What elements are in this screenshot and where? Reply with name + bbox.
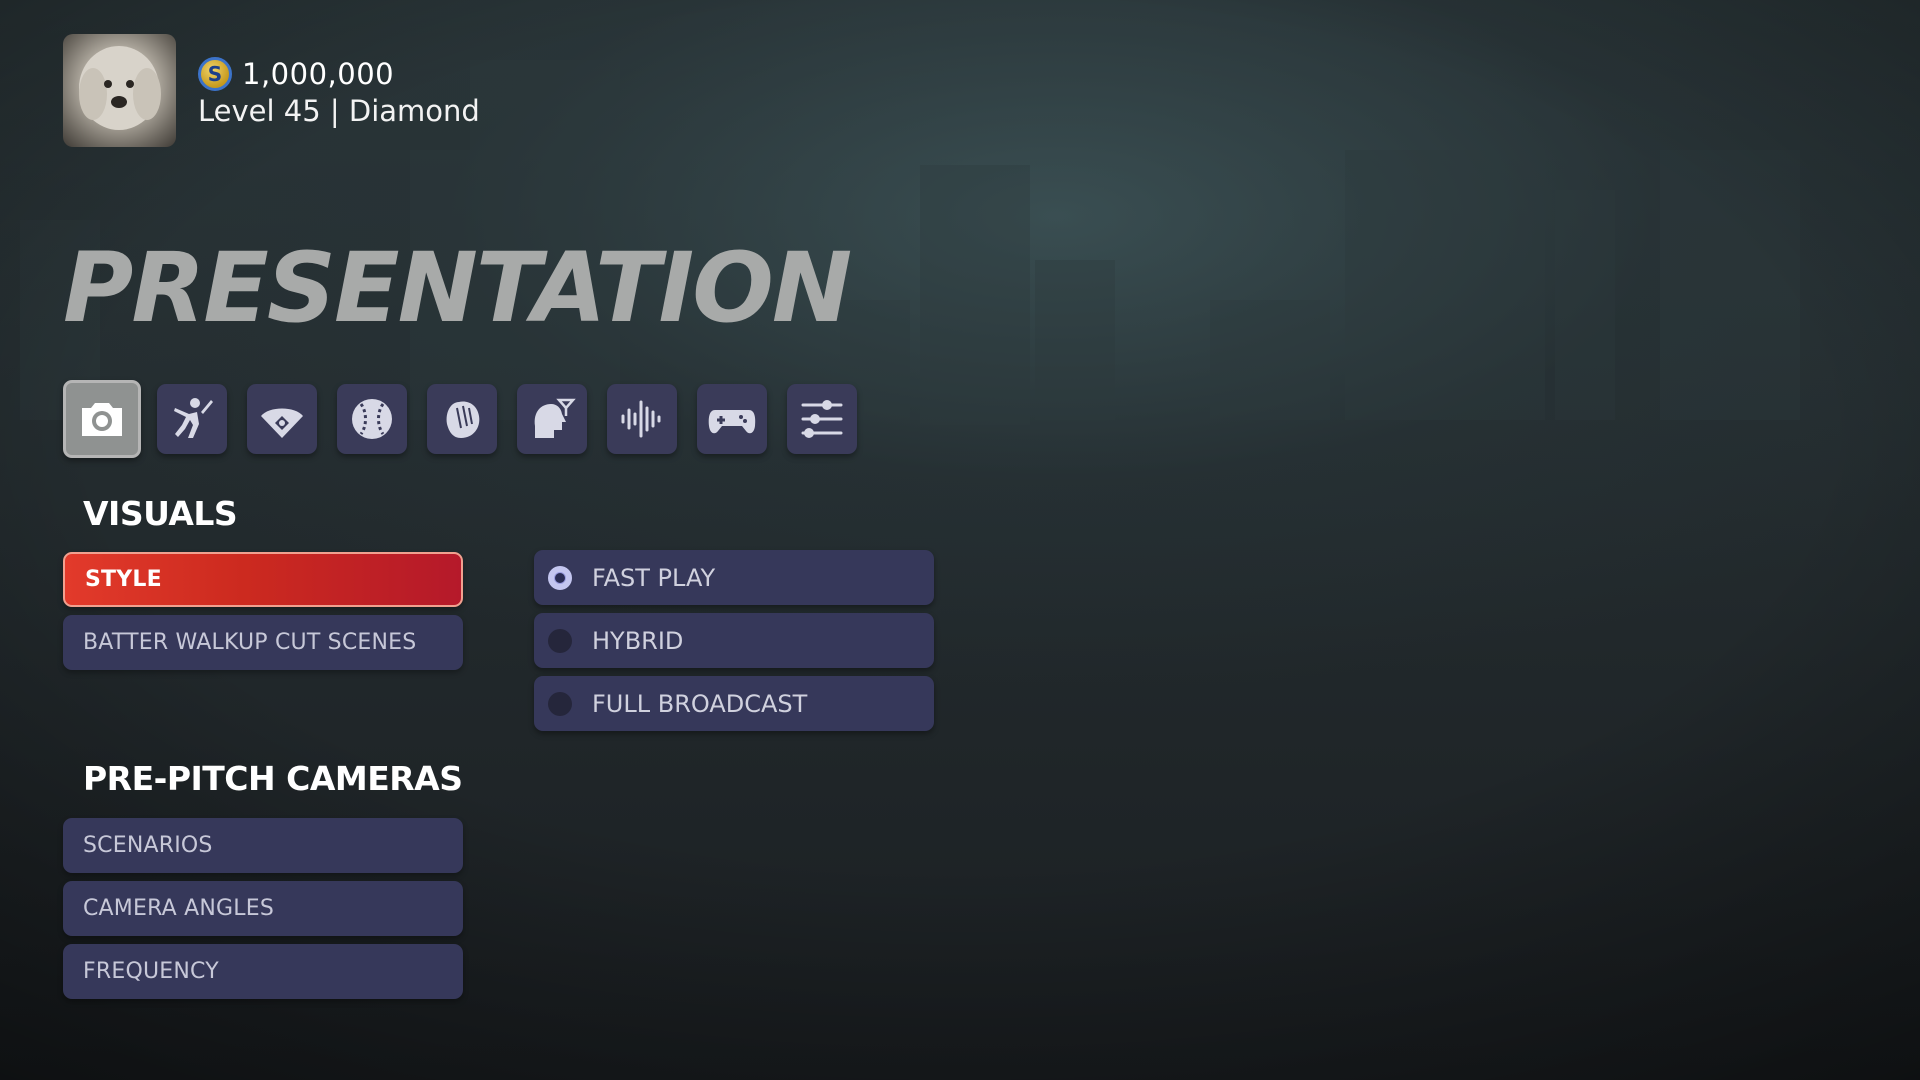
radio-unchecked-icon	[548, 691, 572, 716]
radio-label: HYBRID	[592, 626, 684, 655]
radio-label: FULL BROADCAST	[592, 689, 808, 718]
coin-icon: S	[198, 56, 232, 91]
radio-fast-play[interactable]: FAST PLAY	[534, 550, 934, 605]
currency-balance: 1,000,000	[242, 56, 395, 91]
section-heading-visuals: VISUALS	[83, 494, 238, 533]
radio-full-broadcast[interactable]: FULL BROADCAST	[534, 676, 934, 731]
tab-controls[interactable]	[697, 384, 767, 454]
baseball-icon	[352, 399, 392, 439]
tab-pitching[interactable]	[337, 384, 407, 454]
tab-camera[interactable]	[63, 380, 141, 458]
category-tabs	[63, 380, 877, 458]
radio-hybrid[interactable]: HYBRID	[534, 613, 934, 668]
avatar[interactable]	[63, 34, 176, 147]
tab-settings[interactable]	[787, 384, 857, 454]
batter-icon	[174, 398, 213, 438]
glove-icon	[446, 401, 480, 438]
head-gear-icon	[534, 398, 576, 438]
page-title: PRESENTATION	[63, 232, 852, 344]
camera-icon	[82, 403, 122, 436]
section-heading-pre-pitch-cameras: PRE-PITCH CAMERAS	[83, 759, 463, 798]
option-scenarios[interactable]: SCENARIOS	[63, 818, 463, 873]
audio-wave-icon	[621, 400, 661, 438]
gamepad-icon	[708, 410, 756, 434]
tab-strategy[interactable]	[517, 384, 587, 454]
option-style[interactable]: STYLE	[63, 552, 463, 607]
tab-audio[interactable]	[607, 384, 677, 454]
option-frequency[interactable]: FREQUENCY	[63, 944, 463, 999]
player-profile: S 1,000,000 Level 45 | Diamond	[63, 34, 480, 147]
option-camera-angles[interactable]: CAMERA ANGLES	[63, 881, 463, 936]
field-icon	[261, 408, 303, 438]
tab-field[interactable]	[247, 384, 317, 454]
radio-unchecked-icon	[548, 628, 572, 653]
option-batter-walkup-cut-scenes[interactable]: BATTER WALKUP CUT SCENES	[63, 615, 463, 670]
radio-label: FAST PLAY	[592, 563, 716, 592]
player-level: Level 45 | Diamond	[198, 93, 480, 128]
radio-checked-icon	[548, 565, 572, 590]
sliders-icon	[801, 400, 843, 438]
tab-fielding[interactable]	[427, 384, 497, 454]
tab-batting[interactable]	[157, 384, 227, 454]
